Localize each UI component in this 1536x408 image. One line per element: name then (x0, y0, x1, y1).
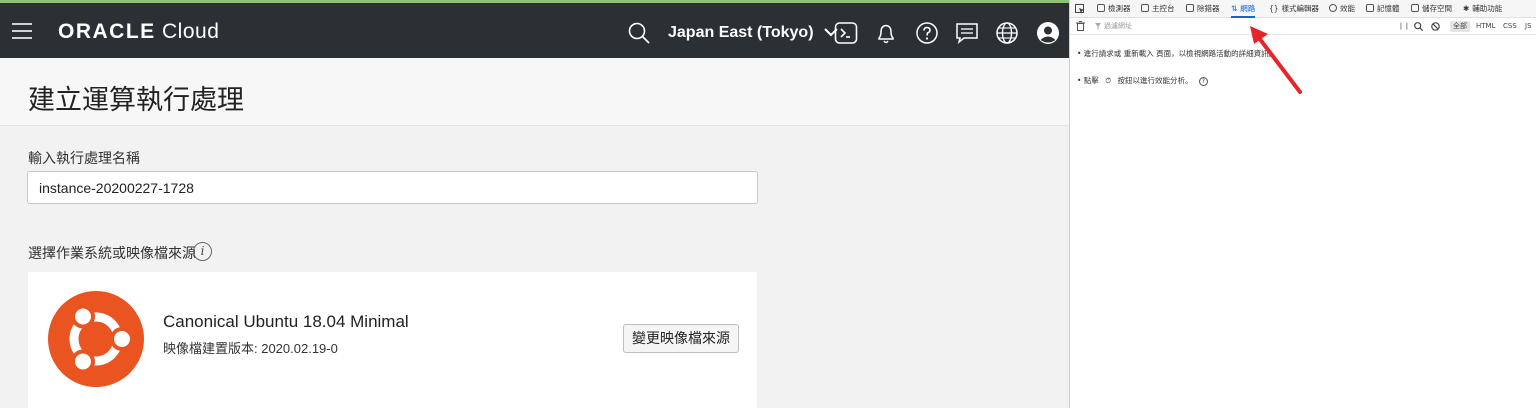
globe-icon[interactable] (995, 21, 1019, 45)
region-selector[interactable]: Japan East (Tokyo) (668, 24, 838, 42)
devtools-tab-bar: 檢測器 主控台 除錯器 ⇅ 網路 {} 樣式編輯器 效能 記憶體 儲存空間 ✱ 輔助功… (1070, 0, 1536, 18)
info-icon[interactable]: i (193, 242, 212, 261)
filter-html[interactable]: HTML (1476, 21, 1495, 32)
tab-console[interactable]: 主控台 (1141, 0, 1175, 18)
search-icon[interactable] (1414, 22, 1423, 31)
screenshot-root: ORACLE Cloud Japan East (Tokyo) 建立運算執行處理… (0, 0, 1536, 408)
tab-memory[interactable]: 記憶體 (1366, 0, 1400, 18)
menu-icon[interactable] (12, 23, 32, 39)
user-avatar-icon[interactable] (1036, 21, 1060, 45)
tab-network[interactable]: ⇅ 網路 (1231, 0, 1256, 18)
change-image-source-button[interactable]: 變更映像檔來源 (623, 324, 739, 353)
tab-style-editor[interactable]: {} 樣式編輯器 (1269, 0, 1319, 18)
search-icon[interactable] (627, 21, 651, 45)
inspector-icon (1097, 4, 1105, 12)
pause-icon[interactable]: ❙❙ (1398, 21, 1410, 32)
top-navigation-bar: ORACLE Cloud Japan East (Tokyo) (0, 0, 1069, 58)
tab-performance[interactable]: 效能 (1329, 0, 1355, 18)
cloud-shell-icon[interactable] (834, 21, 858, 45)
image-build-version: 映像檔建置版本: 2020.02.19-0 (163, 341, 338, 356)
bell-icon[interactable] (874, 21, 898, 45)
tab-inspector[interactable]: 檢測器 (1097, 0, 1131, 18)
filter-all[interactable]: 全部 (1450, 21, 1470, 32)
image-source-card: Canonical Ubuntu 18.04 Minimal 映像檔建置版本: … (28, 272, 757, 408)
instance-name-input[interactable]: instance-20200227-1728 (27, 171, 758, 204)
stopwatch-icon[interactable]: ⏱ (1105, 76, 1111, 86)
tab-storage[interactable]: 儲存空間 (1411, 0, 1452, 18)
url-filter-input[interactable]: 過濾網址 (1104, 21, 1132, 31)
trash-icon[interactable] (1076, 21, 1085, 31)
help-icon[interactable]: ? (1198, 77, 1208, 86)
page-title: 建立運算執行處理 (28, 85, 244, 115)
filter-icon (1095, 23, 1101, 30)
image-name: Canonical Ubuntu 18.04 Minimal (163, 312, 409, 331)
network-icon: ⇅ (1231, 4, 1238, 13)
tab-accessibility[interactable]: ✱ 輔助功能 (1463, 0, 1502, 18)
ubuntu-logo-icon (48, 291, 144, 387)
block-icon[interactable] (1431, 22, 1440, 31)
memory-icon (1366, 4, 1374, 12)
filter-css[interactable]: CSS (1503, 21, 1517, 32)
console-icon (1141, 4, 1149, 12)
storage-icon (1411, 4, 1419, 12)
oracle-console: ORACLE Cloud Japan East (Tokyo) 建立運算執行處理… (0, 0, 1069, 408)
devtools-panel: 檢測器 主控台 除錯器 ⇅ 網路 {} 樣式編輯器 效能 記憶體 儲存空間 ✱ 輔助功… (1069, 0, 1536, 408)
oracle-cloud-logo[interactable]: ORACLE Cloud (58, 20, 219, 44)
instance-name-label: 輸入執行處理名稱 (28, 150, 140, 166)
filter-js[interactable]: JS (1525, 21, 1532, 32)
tab-debugger[interactable]: 除錯器 (1186, 0, 1220, 18)
chat-icon[interactable] (955, 21, 979, 45)
style-editor-icon: {} (1269, 4, 1279, 13)
region-label: Japan East (Tokyo) (668, 24, 814, 41)
performance-icon (1329, 4, 1337, 12)
page-header: 建立運算執行處理 (0, 58, 1069, 126)
help-icon[interactable] (915, 21, 939, 45)
performance-hint-message: • 點擊 ⏱ 按鈕以進行效能分析。 ? (1077, 75, 1208, 86)
element-picker-icon[interactable] (1075, 4, 1085, 14)
network-filter-bar: 過濾網址 ❙❙ 全部 HTML CSS JS (1070, 18, 1536, 35)
reload-hint-message: • 進行請求或 重新載入 頁面，以檢視網路活動的詳細資訊。 (1077, 49, 1277, 58)
image-source-label: 選擇作業系統或映像檔來源 (28, 245, 196, 261)
accessibility-icon: ✱ (1463, 4, 1470, 13)
debugger-icon (1186, 4, 1194, 12)
